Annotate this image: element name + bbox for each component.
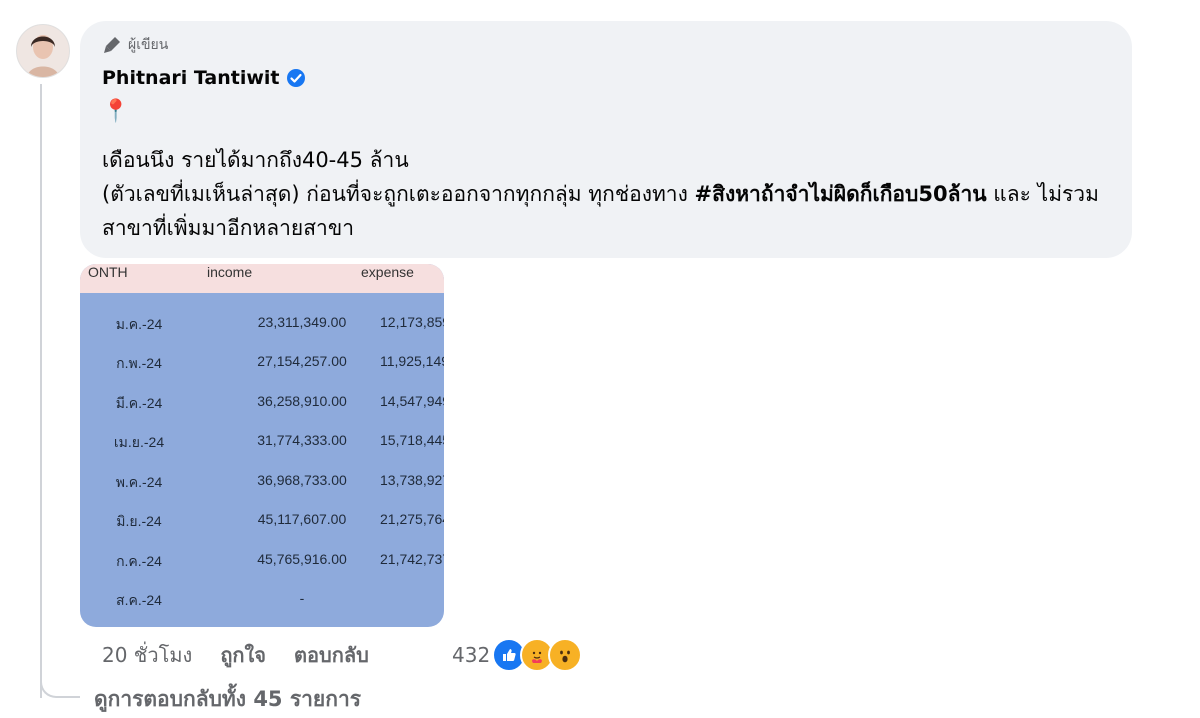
sheet-cell-month: พ.ค.-24 xyxy=(115,474,163,490)
sheet-cell-month: มิ.ย.-24 xyxy=(116,513,162,529)
author-role-label: ผู้เขียน xyxy=(128,37,169,53)
comment-actions: 20 ชั่วโมง ถูกใจ ตอบกลับ xyxy=(102,639,397,671)
sheet-cell-month: ก.พ.-24 xyxy=(116,355,162,371)
author-badge: ผู้เขียน xyxy=(102,34,168,56)
sheet-cell-expense: 13,738,927 xyxy=(380,472,444,488)
sheet-header-month: ONTH xyxy=(88,264,128,280)
comment-text-part: (ตัวเลขที่เมเห็นล่าสุด) ก่อนที่จะถูกเตะอ… xyxy=(102,182,695,206)
sheet-cell-expense: 11,925,149 xyxy=(380,353,444,369)
table-row: ส.ค.-24 - xyxy=(80,590,444,614)
sheet-cell-month: ม.ค.-24 xyxy=(115,316,163,332)
sheet-cell-expense: 15,718,445 xyxy=(380,432,444,448)
verified-badge-icon xyxy=(286,69,305,87)
sheet-cell-expense: 14,547,949 xyxy=(380,393,444,409)
table-row: เม.ย.-24 31,774,333.00 15,718,445 xyxy=(80,432,444,456)
sheet-header-income: income xyxy=(207,264,253,280)
sheet-header-row: ONTH income expense xyxy=(80,264,444,293)
table-row: ก.ค.-24 45,765,916.00 21,742,737 xyxy=(80,551,444,575)
reaction-count: 432 xyxy=(452,643,491,667)
comment-line-2: (ตัวเลขที่เมเห็นล่าสุด) ก่อนที่จะถูกเตะอ… xyxy=(102,177,1112,245)
view-all-replies-link[interactable]: ดูการตอบกลับทั้ง 45 รายการ xyxy=(94,683,361,716)
sheet-cell-income: 36,258,910.00 xyxy=(257,393,347,409)
table-row: มี.ค.-24 36,258,910.00 14,547,949 xyxy=(80,393,444,417)
pin-emoji: 📍 xyxy=(102,99,130,124)
sheet-cell-month: ส.ค.-24 xyxy=(116,592,162,608)
hashtag-link[interactable]: #สิงหาถ้าจำไม่ผิดก็เกือบ50ล้าน xyxy=(695,182,987,206)
reply-button[interactable]: ตอบกลับ xyxy=(294,639,369,671)
sheet-cell-income: 31,774,333.00 xyxy=(257,432,347,448)
sheet-cell-income: 36,968,733.00 xyxy=(257,472,347,488)
sheet-cell-expense: 12,173,859 xyxy=(380,314,444,330)
comment-line-1: เดือนนึง รายได้มากถึง40-45 ล้าน xyxy=(102,148,409,172)
sheet-cell-income: 27,154,257.00 xyxy=(257,353,347,369)
avatar[interactable] xyxy=(16,24,70,78)
sheet-cell-income: 45,765,916.00 xyxy=(257,551,347,567)
sheet-cell-month: ก.ค.-24 xyxy=(116,553,162,569)
sheet-cell-expense: 21,275,764 xyxy=(380,511,444,527)
comment-timestamp[interactable]: 20 ชั่วโมง xyxy=(102,639,192,671)
table-row: มิ.ย.-24 45,117,607.00 21,275,764 xyxy=(80,511,444,535)
sheet-cell-month: มี.ค.-24 xyxy=(115,395,163,411)
thread-connector xyxy=(40,670,80,698)
comment-author[interactable]: Phitnari Tantiwit xyxy=(102,67,306,89)
comment-bubble: ผู้เขียน Phitnari Tantiwit 📍 เดือนนึง รา… xyxy=(80,21,1132,258)
thread-line xyxy=(40,84,42,698)
sheet-cell-expense: 21,742,737 xyxy=(380,551,444,567)
wow-icon xyxy=(548,638,583,672)
table-row: พ.ค.-24 36,968,733.00 13,738,927 xyxy=(80,472,444,496)
sheet-cell-income: - xyxy=(299,590,305,606)
comment-text: เดือนนึง รายได้มากถึง40-45 ล้าน (ตัวเลขท… xyxy=(102,143,1112,245)
sheet-header-expense: expense xyxy=(361,264,414,280)
reaction-summary[interactable]: 432 xyxy=(452,638,583,672)
table-row: ม.ค.-24 23,311,349.00 12,173,859 xyxy=(80,314,444,338)
sheet-cell-month: เม.ย.-24 xyxy=(113,434,165,450)
like-button[interactable]: ถูกใจ xyxy=(220,639,266,671)
sheet-cell-income: 23,311,349.00 xyxy=(257,314,347,330)
attached-image[interactable]: ONTH income expense ม.ค.-24 23,311,349.00… xyxy=(80,264,444,627)
microphone-icon xyxy=(104,37,120,53)
sheet-cell-income: 45,117,607.00 xyxy=(257,511,347,527)
table-row: ก.พ.-24 27,154,257.00 11,925,149 xyxy=(80,353,444,377)
author-name[interactable]: Phitnari Tantiwit xyxy=(102,67,280,89)
